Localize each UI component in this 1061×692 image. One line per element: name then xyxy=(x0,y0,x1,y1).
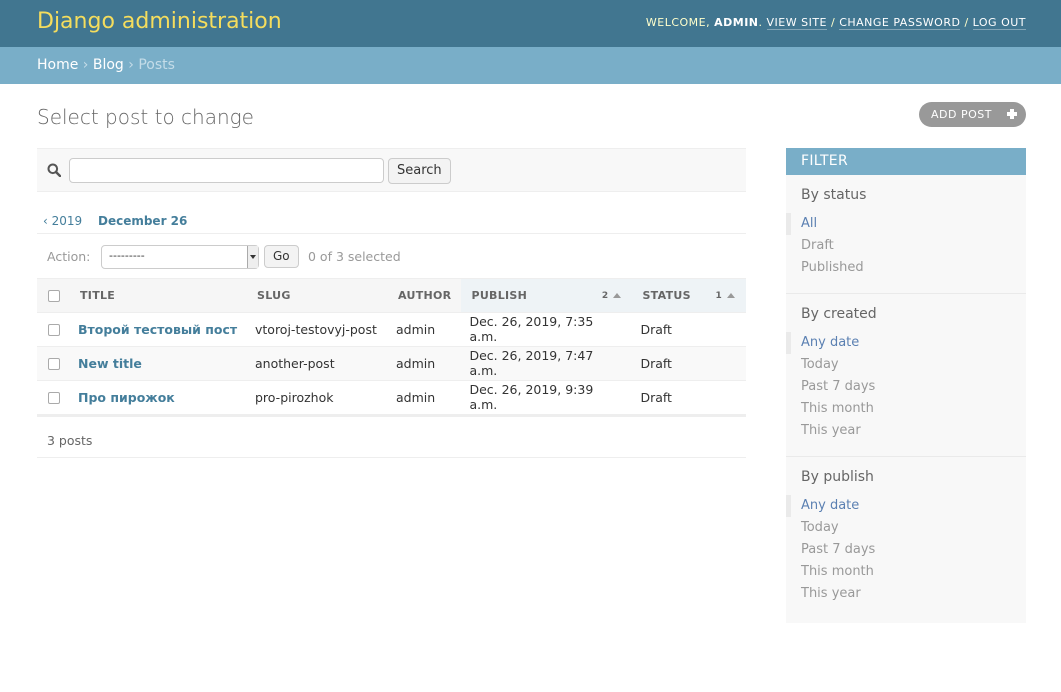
column-status-label: STATUS xyxy=(642,288,691,302)
search-input[interactable] xyxy=(69,158,384,183)
filter-option[interactable]: This month xyxy=(786,561,1026,583)
actions-bar: Action: --------- Go 0 of 3 selected xyxy=(37,234,746,279)
action-select[interactable]: --------- xyxy=(101,245,259,269)
filter-option[interactable]: All xyxy=(786,213,1026,235)
page-title: Select post to change xyxy=(37,105,254,129)
table-row: Второй тестовый пост vtoroj-testovyj-pos… xyxy=(37,312,746,347)
action-select-value: --------- xyxy=(109,249,145,262)
user-tools: WELCOME, ADMIN. VIEW SITE / CHANGE PASSW… xyxy=(645,16,1026,30)
table-row: Про пирожок pro-pirozhok admin Dec. 26, … xyxy=(37,380,746,415)
post-author: admin xyxy=(388,346,462,381)
column-status[interactable]: STATUS 1 xyxy=(632,279,746,313)
filter-option[interactable]: Any date xyxy=(786,495,1026,517)
column-publish[interactable]: PUBLISH 2 xyxy=(461,279,633,313)
username: ADMIN xyxy=(714,16,759,29)
post-publish: Dec. 26, 2019, 7:47 a.m. xyxy=(461,346,633,381)
post-author: admin xyxy=(388,380,462,415)
breadcrumb: Home › Blog › Posts xyxy=(0,47,1061,84)
filter-group-created: Any date Today Past 7 days This month Th… xyxy=(786,332,1026,457)
filter-group-title: By status xyxy=(801,187,867,203)
post-slug: vtoroj-testovyj-post xyxy=(247,312,388,347)
sort-priority: 1 xyxy=(715,291,722,301)
log-out-link[interactable]: LOG OUT xyxy=(972,16,1026,30)
post-author: admin xyxy=(388,312,462,347)
site-branding[interactable]: Django administration xyxy=(37,9,282,34)
filter-option[interactable]: Past 7 days xyxy=(786,376,1026,398)
post-status: Draft xyxy=(632,346,746,381)
post-title-link[interactable]: New title xyxy=(78,356,142,371)
search-toolbar: Search xyxy=(37,148,746,192)
action-label: Action: xyxy=(47,249,91,264)
date-hierarchy-current: December 26 xyxy=(97,214,188,228)
filter-option[interactable]: This year xyxy=(786,420,1026,442)
welcome-text: WELCOME, xyxy=(645,16,711,29)
filter-sidebar: FILTER By status All Draft Published By … xyxy=(786,148,1026,623)
sort-ascending-icon[interactable] xyxy=(613,293,622,298)
date-hierarchy: ‹ 2019 December 26 xyxy=(37,192,746,234)
row-checkbox[interactable] xyxy=(48,392,60,404)
go-button[interactable]: Go xyxy=(264,245,299,268)
post-title-link[interactable]: Про пирожок xyxy=(78,390,175,405)
filter-option[interactable]: Draft xyxy=(786,235,1026,257)
column-author[interactable]: AUTHOR xyxy=(388,279,462,313)
row-checkbox[interactable] xyxy=(48,324,60,336)
filter-option[interactable]: Today xyxy=(786,354,1026,376)
filter-option[interactable]: This year xyxy=(786,583,1026,605)
site-header: Django administration WELCOME, ADMIN. VI… xyxy=(0,0,1061,47)
post-publish: Dec. 26, 2019, 9:39 a.m. xyxy=(461,380,633,415)
change-password-link[interactable]: CHANGE PASSWORD xyxy=(839,16,961,30)
post-status: Draft xyxy=(632,380,746,415)
plus-icon xyxy=(1006,108,1018,120)
filter-option[interactable]: Published xyxy=(786,257,1026,279)
post-publish: Dec. 26, 2019, 7:35 a.m. xyxy=(461,312,633,347)
post-slug: pro-pirozhok xyxy=(247,380,388,415)
filter-heading: FILTER xyxy=(786,148,1026,175)
result-list: TITLE SLUG AUTHOR PUBLISH 2 STATUS 1 Вто… xyxy=(37,279,746,415)
chevron-down-icon xyxy=(247,246,258,268)
filter-option[interactable]: Any date xyxy=(786,332,1026,354)
search-button[interactable]: Search xyxy=(388,158,451,184)
filter-group-status: All Draft Published xyxy=(786,213,1026,294)
changelist: Search ‹ 2019 December 26 Action: ------… xyxy=(37,148,746,458)
filter-group-title: By publish xyxy=(801,469,874,485)
select-all-header xyxy=(37,279,70,313)
post-slug: another-post xyxy=(247,346,388,381)
add-post-button[interactable]: ADD POST xyxy=(919,102,1026,127)
filter-group-publish: Any date Today Past 7 days This month Th… xyxy=(786,495,1026,619)
column-title[interactable]: TITLE xyxy=(70,279,247,313)
filter-option[interactable]: Today xyxy=(786,517,1026,539)
sort-ascending-icon[interactable] xyxy=(727,293,735,298)
table-row: New title another-post admin Dec. 26, 20… xyxy=(37,346,746,381)
select-all-checkbox[interactable] xyxy=(48,289,60,302)
column-publish-label: PUBLISH xyxy=(471,288,528,302)
view-site-link[interactable]: VIEW SITE xyxy=(766,16,827,30)
column-slug[interactable]: SLUG xyxy=(247,279,388,313)
date-hierarchy-back-link[interactable]: ‹ 2019 xyxy=(43,214,82,228)
breadcrumb-home[interactable]: Home xyxy=(37,57,78,73)
filter-option[interactable]: This month xyxy=(786,398,1026,420)
paginator: 3 posts xyxy=(37,414,746,458)
breadcrumb-current: Posts xyxy=(138,57,175,73)
selection-counter: 0 of 3 selected xyxy=(308,249,401,264)
row-checkbox[interactable] xyxy=(48,358,60,370)
breadcrumb-blog[interactable]: Blog xyxy=(93,57,124,73)
filter-option[interactable]: Past 7 days xyxy=(786,539,1026,561)
filter-group-title: By created xyxy=(801,306,877,322)
post-title-link[interactable]: Второй тестовый пост xyxy=(78,322,237,337)
post-status: Draft xyxy=(632,312,746,347)
search-icon xyxy=(47,163,61,177)
add-post-label: ADD POST xyxy=(931,108,992,121)
sort-priority: 2 xyxy=(601,291,609,301)
